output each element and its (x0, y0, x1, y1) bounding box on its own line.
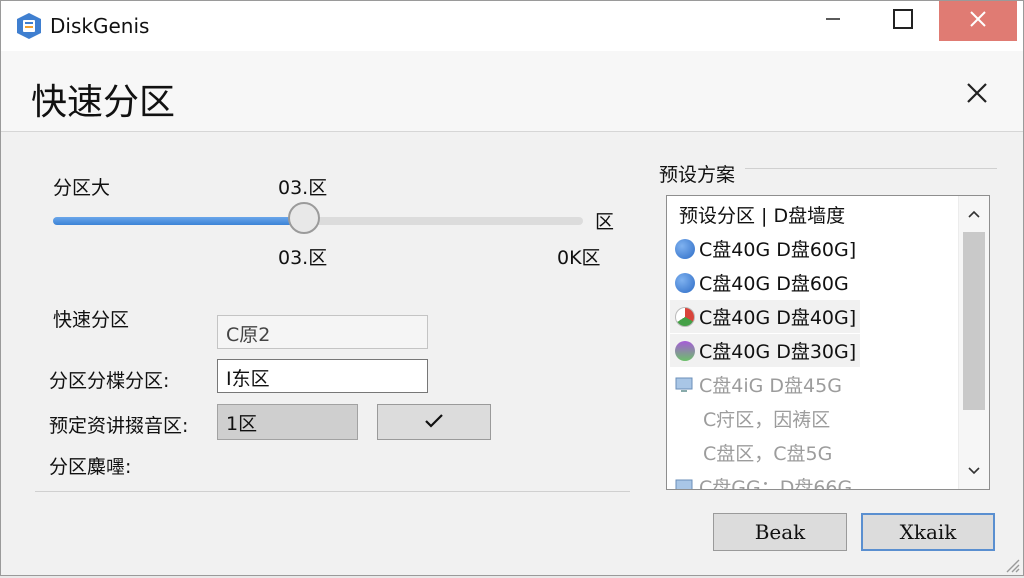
partition-type-field[interactable]: I东区 (217, 359, 428, 393)
checkmark-icon (424, 410, 444, 434)
size-slider-fill (53, 217, 308, 225)
extra-label: 分区麋嚜: (49, 456, 132, 478)
preset-item-label: C盘40G D盘30G] (699, 341, 857, 363)
window-close-button[interactable] (939, 1, 1017, 41)
preset-item[interactable]: C盘区，C盘5G (703, 436, 832, 469)
app-title: DiskGenis (50, 14, 150, 38)
next-button[interactable]: Xkaik (861, 513, 995, 551)
preset-item[interactable]: C盘40G D盘60G] (675, 232, 856, 265)
presets-scrollbar[interactable] (958, 196, 989, 489)
blue-disk-icon (675, 238, 695, 259)
quick-partition-field[interactable]: C原2 (217, 315, 428, 349)
presets-listbox[interactable]: 预设分区 | D盘墙度 C盘40G D盘60G] C盘40G D盘60G C盘4… (666, 195, 990, 490)
preset-item[interactable]: C盘40G D盘30G] (670, 334, 861, 367)
preset-item-label: C盘40G D盘60G] (699, 239, 857, 261)
page-title: 快速分区 (31, 82, 176, 123)
preset-item-label: C盘40G D盘60G (699, 273, 849, 295)
app-logo-icon (16, 12, 42, 40)
dialog-header: 快速分区 (1, 51, 1023, 132)
preset-item[interactable]: C盘40G D盘60G (675, 266, 849, 299)
size-slider-thumb[interactable] (288, 202, 320, 234)
preset-field[interactable]: 1区 (217, 404, 358, 440)
preset-item-label: C疛区，因祷区 (703, 409, 831, 431)
back-button[interactable]: Beak (713, 513, 847, 551)
close-icon (965, 81, 989, 109)
dialog-close-button[interactable] (961, 79, 993, 111)
scroll-thumb[interactable] (963, 232, 985, 410)
close-icon (969, 10, 987, 32)
maximize-icon (893, 9, 913, 33)
preset-item-label: C盘4iG D盘45G (699, 375, 842, 397)
diskgenis-window: DiskGenis 快速分区 分区大 03.区 区 03.区 0K区 快速分区 … (0, 0, 1024, 576)
preset-item-label: C盘40G D盘40G] (699, 307, 857, 329)
slider-value-label: 03.区 (278, 177, 328, 199)
preset-label: 预定资讲掇音区: (49, 415, 189, 437)
chevron-up-icon (967, 204, 981, 223)
blue-disk-icon (675, 272, 695, 293)
preset-item[interactable]: C盘40G D盘40G] (670, 300, 861, 333)
minimize-icon (825, 11, 841, 31)
minimize-button[interactable] (807, 1, 859, 41)
scroll-up-button[interactable] (959, 198, 989, 228)
size-label: 分区大 (53, 177, 111, 199)
presets-title: 预设方案 (659, 164, 736, 186)
monitor-icon (675, 376, 693, 394)
slider-max-label: 0K区 (557, 247, 601, 269)
preset-item[interactable]: C盘GG：D盘66G (675, 470, 853, 490)
preset-item[interactable]: C盘4iG D盘45G (675, 368, 842, 401)
quick-partition-label: 快速分区 (53, 309, 130, 331)
dialog-content: 分区大 03.区 区 03.区 0K区 快速分区 C原2 分区分楪分区: I东区… (1, 132, 1023, 575)
partition-type-label: 分区分楪分区: (49, 370, 170, 392)
presets-header-item[interactable]: 预设分区 | D盘墙度 (679, 198, 845, 231)
preset-item-label: C盘GG：D盘66G (699, 477, 853, 490)
confirm-button[interactable] (377, 404, 491, 440)
slider-min-label: 03.区 (278, 247, 328, 269)
preset-item[interactable]: C疛区，因祷区 (703, 402, 830, 435)
presets-divider (745, 168, 997, 169)
monitor-icon (675, 478, 693, 489)
section-divider (35, 491, 630, 492)
purple-disk-icon (675, 340, 695, 361)
multicolor-disk-icon (675, 306, 695, 327)
chevron-down-icon (967, 461, 981, 480)
slider-unit-label: 区 (595, 211, 615, 233)
preset-item-label: C盘区，C盘5G (703, 443, 833, 465)
resize-grip-icon[interactable] (1001, 554, 1021, 574)
maximize-button[interactable] (877, 1, 929, 41)
title-bar: DiskGenis (1, 1, 1023, 51)
scroll-down-button[interactable] (959, 455, 989, 485)
